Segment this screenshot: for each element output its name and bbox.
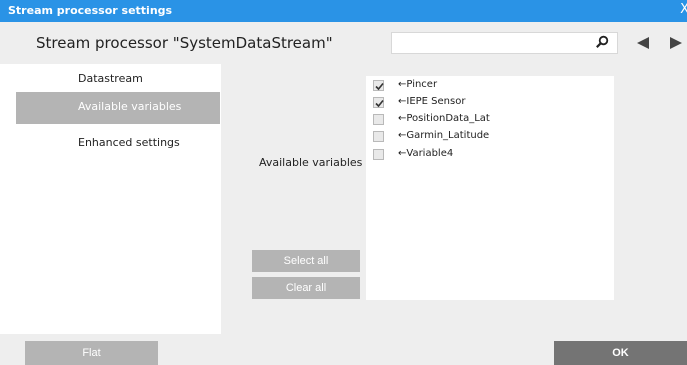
variable-checkbox[interactable] (373, 97, 384, 108)
close-icon[interactable]: X (680, 2, 687, 17)
variable-row-variable4[interactable]: ←Variable4 (366, 146, 614, 163)
variable-checkbox[interactable] (373, 114, 384, 125)
previous-icon[interactable] (636, 36, 650, 50)
variable-row-positiondata-lat[interactable]: ←PositionData_Lat (366, 111, 614, 128)
variable-checkbox[interactable] (373, 80, 384, 91)
search-input[interactable] (391, 32, 618, 54)
sidebar-item-label: Datastream (78, 72, 143, 85)
variable-row-garmin-latitude[interactable]: ←Garmin_Latitude (366, 128, 614, 145)
window-title: Stream processor settings (8, 4, 173, 17)
sidebar-item-label: Available variables (78, 100, 182, 113)
page-title: Stream processor "SystemDataStream" (36, 34, 333, 52)
flat-button[interactable]: Flat (25, 341, 158, 365)
variable-label: ←Variable4 (398, 148, 454, 159)
variable-row-pincer[interactable]: ←Pincer (366, 77, 614, 94)
variable-checkbox[interactable] (373, 131, 384, 142)
sidebar-item-label: Enhanced settings (78, 136, 180, 149)
check-icon (375, 99, 384, 108)
variable-label: ←PositionData_Lat (398, 113, 490, 124)
main-panel: Available variables Select all Clear all… (221, 64, 687, 334)
section-label: Available variables (259, 156, 363, 169)
variables-list: ←Pincer ←IEPE Sensor ←PositionData_Lat ←… (366, 76, 614, 300)
sidebar-item-enhanced-settings[interactable]: Enhanced settings (16, 128, 220, 160)
sidebar: Datastream Available variables Enhanced … (16, 64, 221, 334)
footer-bar: Flat OK (0, 334, 687, 365)
header-bar: Stream processor "SystemDataStream" (0, 22, 687, 64)
clear-all-button[interactable]: Clear all (252, 277, 360, 299)
variable-row-iepe-sensor[interactable]: ←IEPE Sensor (366, 94, 614, 111)
variable-checkbox[interactable] (373, 149, 384, 160)
search-icon[interactable] (595, 35, 609, 49)
variable-label: ←Garmin_Latitude (398, 130, 490, 141)
window-titlebar: Stream processor settings X (0, 0, 687, 22)
variable-label: ←IEPE Sensor (398, 96, 466, 107)
ok-button[interactable]: OK (554, 341, 687, 365)
sidebar-item-available-variables[interactable]: Available variables (16, 92, 220, 124)
variable-label: ←Pincer (398, 79, 438, 90)
next-icon[interactable] (669, 36, 683, 50)
check-icon (375, 82, 384, 91)
select-all-button[interactable]: Select all (252, 250, 360, 272)
